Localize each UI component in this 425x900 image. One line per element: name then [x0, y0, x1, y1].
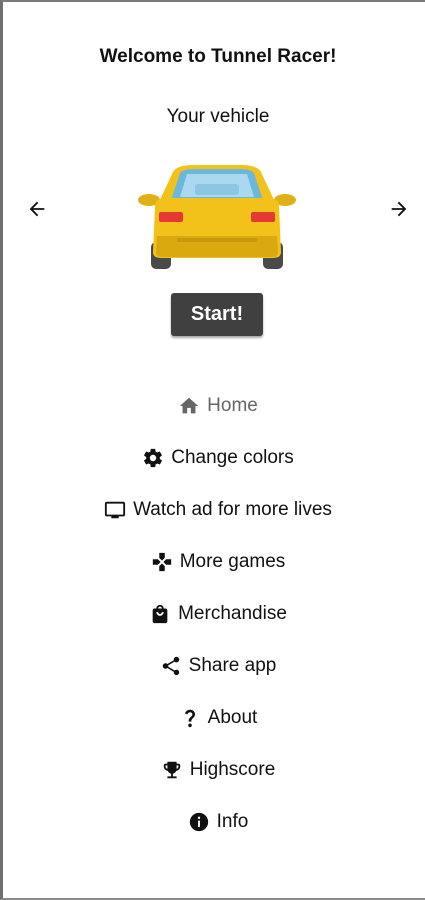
next-vehicle-button[interactable] [386, 196, 412, 222]
menu-item-merchandise[interactable]: Merchandise [3, 588, 425, 640]
menu-item-about[interactable]: About [3, 692, 425, 744]
gear-icon [142, 447, 164, 469]
info-icon [188, 811, 210, 833]
menu-item-home[interactable]: Home [3, 380, 425, 432]
menu-item-more-games[interactable]: More games [3, 536, 425, 588]
arrow-left-icon [26, 198, 48, 220]
menu-item-share-app[interactable]: Share app [3, 640, 425, 692]
menu-item-label: More games [179, 551, 286, 572]
trophy-icon [161, 759, 183, 781]
question-icon [179, 707, 201, 729]
vehicle-subtitle: Your vehicle [166, 106, 270, 127]
menu-item-info[interactable]: Info [3, 796, 425, 848]
menu-item-label: Highscore [189, 759, 276, 780]
menu-item-label: Change colors [171, 447, 294, 468]
menu-item-watch-ad[interactable]: Watch ad for more lives [3, 484, 425, 536]
yellow-car-icon [137, 162, 297, 272]
gamepad-icon [151, 551, 173, 573]
previous-vehicle-button[interactable] [24, 196, 50, 222]
menu-item-highscore[interactable]: Highscore [3, 744, 425, 796]
main-menu: Home Change colors Watch ad for more liv… [3, 380, 425, 848]
tv-icon [104, 499, 126, 521]
shopping-bag-icon [149, 603, 171, 625]
arrow-right-icon [388, 198, 410, 220]
app-frame: Welcome to Tunnel Racer! Your vehicle St… [0, 0, 425, 900]
menu-item-label: About [207, 707, 258, 728]
menu-item-label: Home [207, 395, 258, 416]
share-icon [160, 655, 182, 677]
menu-item-label: Merchandise [178, 603, 287, 624]
home-icon [178, 395, 200, 417]
menu-item-label: Info [216, 811, 249, 832]
menu-item-change-colors[interactable]: Change colors [3, 432, 425, 484]
menu-item-label: Watch ad for more lives [133, 499, 332, 520]
menu-item-label: Share app [188, 655, 277, 676]
start-button[interactable]: Start! [171, 293, 263, 336]
page-title: Welcome to Tunnel Racer! [99, 46, 337, 67]
